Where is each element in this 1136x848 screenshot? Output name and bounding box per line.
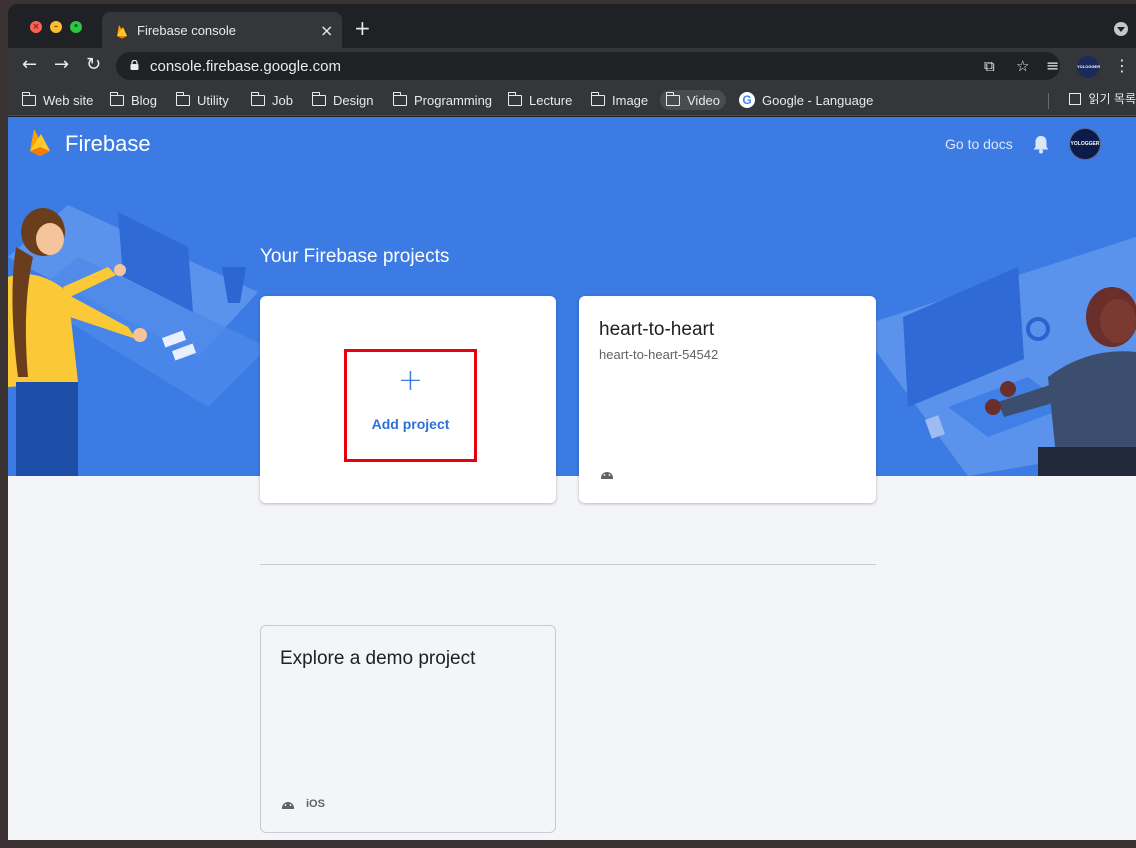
hero-illustration — [8, 205, 1136, 476]
bookmark-label: Job — [272, 92, 293, 108]
bookmark-utility[interactable]: Utility — [175, 90, 229, 110]
bookmark-google-language[interactable]: G Google - Language — [739, 90, 873, 110]
browser-window: × – • Firebase console × + ← → ↻ console… — [8, 4, 1136, 840]
user-avatar[interactable]: YOLOGGER — [1069, 128, 1101, 160]
reading-list-icon — [1068, 92, 1081, 105]
demo-project-title: Explore a demo project — [280, 648, 476, 669]
hero-banner: Firebase Go to docs YOLOGGER Your Fireba… — [8, 117, 1136, 476]
project-id: heart-to-heart-54542 — [599, 347, 719, 362]
add-project-highlight[interactable]: + Add project — [344, 349, 477, 462]
bookmark-label: Utility — [197, 92, 229, 108]
add-project-button[interactable]: Add project — [347, 416, 474, 432]
bookmarks-separator — [1048, 93, 1049, 109]
folder-icon — [590, 91, 605, 106]
bookmark-web-site[interactable]: Web site — [21, 90, 94, 110]
android-icon — [282, 802, 294, 809]
android-icon — [601, 472, 613, 479]
google-icon: G — [739, 92, 755, 108]
demo-project-card[interactable]: Explore a demo project iOS — [260, 625, 556, 833]
media-control-icon[interactable]: ≡ — [1046, 56, 1059, 75]
folder-icon — [250, 91, 265, 106]
bookmark-label: Image — [612, 92, 649, 108]
bookmark-label: Google - Language — [762, 92, 874, 108]
reading-list-button[interactable]: 읽기 목록 — [1068, 90, 1136, 107]
project-card[interactable]: heart-to-heart heart-to-heart-54542 — [579, 296, 876, 503]
browser-tab[interactable]: Firebase console × — [102, 12, 342, 48]
folder-icon — [665, 91, 680, 106]
folder-icon — [507, 91, 522, 106]
profile-avatar[interactable]: YOLOGGER — [1077, 56, 1100, 78]
new-tab-button[interactable]: + — [354, 18, 371, 38]
add-plus-icon: + — [397, 363, 424, 398]
reading-list-label: 읽기 목록 — [1088, 92, 1136, 106]
tab-strip: × – • Firebase console × + — [8, 4, 1136, 48]
section-divider — [260, 564, 876, 565]
firebase-favicon-icon — [117, 25, 127, 39]
back-icon[interactable]: ← — [22, 54, 37, 76]
bookmark-label: Design — [333, 92, 374, 108]
address-bar[interactable]: console.firebase.google.com ⧉ ☆ — [116, 52, 1060, 80]
bookmark-label: Video — [687, 92, 721, 108]
firebase-brand[interactable]: Firebase — [65, 131, 151, 157]
bookmark-star-icon[interactable]: ☆ — [1016, 57, 1029, 75]
notifications-bell-icon[interactable] — [1032, 134, 1050, 154]
projects-section-title: Your Firebase projects — [260, 246, 450, 267]
bookmark-blog[interactable]: Blog — [109, 90, 158, 110]
firebase-logo-icon — [30, 129, 50, 156]
tab-search-icon[interactable] — [1114, 22, 1128, 36]
folder-icon — [311, 91, 326, 106]
reload-icon[interactable]: ↻ — [86, 54, 101, 76]
project-name: heart-to-heart — [599, 319, 715, 340]
menu-kebab-icon[interactable]: ⋮ — [1114, 56, 1130, 75]
url-text: console.firebase.google.com — [150, 58, 341, 75]
bookmark-lecture[interactable]: Lecture — [507, 90, 573, 110]
firebase-console-page: Firebase Go to docs YOLOGGER Your Fireba… — [8, 117, 1136, 840]
translate-icon[interactable]: ⧉ — [984, 57, 995, 75]
bookmark-label: Programming — [414, 92, 493, 108]
bookmarks-bar: Web site Blog Utility Job Design Program… — [8, 84, 1136, 116]
tab-title: Firebase console — [137, 23, 236, 38]
close-window-button[interactable]: × — [30, 21, 42, 33]
folder-icon — [392, 91, 407, 106]
go-to-docs-link[interactable]: Go to docs — [945, 136, 1013, 152]
bookmark-label: Lecture — [529, 92, 573, 108]
add-project-card[interactable]: + Add project — [260, 296, 556, 503]
minimize-window-button[interactable]: – — [50, 21, 62, 33]
folder-icon — [21, 91, 36, 106]
bookmark-programming[interactable]: Programming — [392, 90, 493, 110]
bookmark-job[interactable]: Job — [250, 90, 293, 110]
forward-icon[interactable]: → — [54, 54, 69, 76]
bookmark-design[interactable]: Design — [311, 90, 374, 110]
bookmark-video[interactable]: Video — [660, 90, 727, 110]
tab-close-icon[interactable]: × — [320, 21, 333, 40]
lock-icon — [130, 60, 139, 70]
bookmark-image[interactable]: Image — [590, 90, 649, 110]
bookmark-label: Web site — [43, 92, 94, 108]
folder-icon — [175, 91, 190, 106]
bookmark-label: Blog — [131, 92, 158, 108]
ios-label: iOS — [306, 798, 325, 810]
folder-icon — [109, 91, 124, 106]
maximize-window-button[interactable]: • — [70, 21, 82, 33]
browser-toolbar: ← → ↻ console.firebase.google.com ⧉ ☆ ≡ … — [8, 48, 1136, 84]
